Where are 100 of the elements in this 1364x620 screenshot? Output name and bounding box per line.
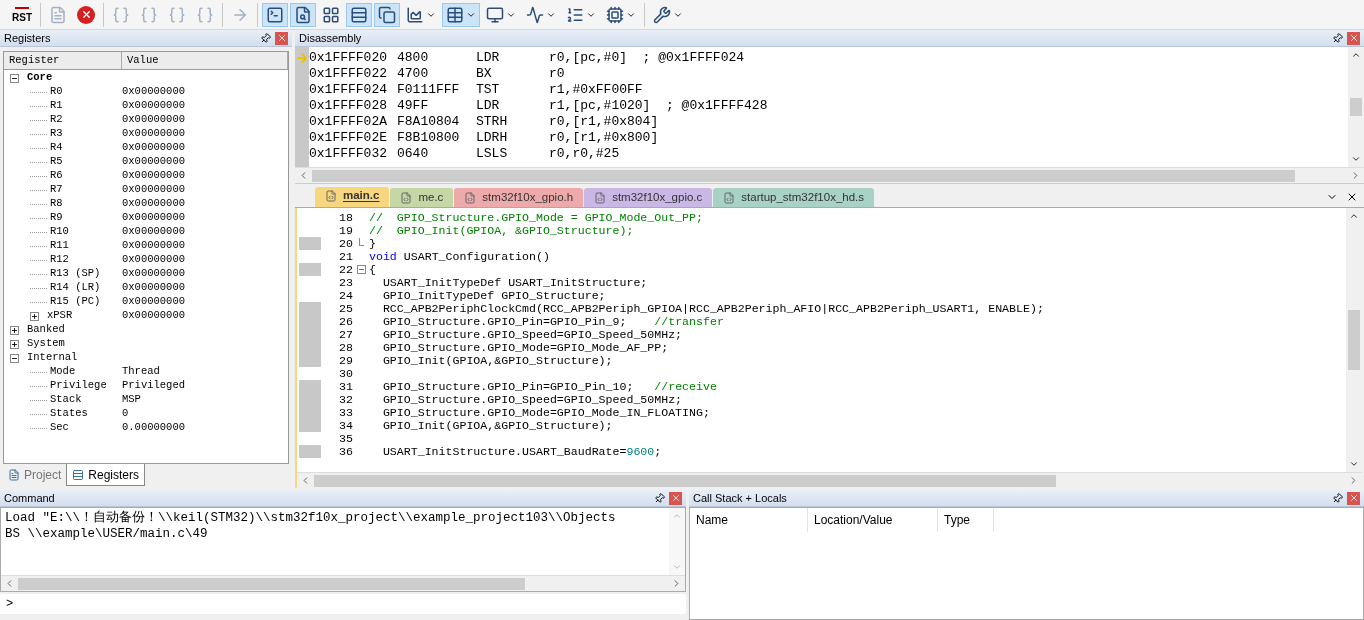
column-header[interactable]: Type bbox=[938, 508, 994, 532]
register-name: R15 (PC) bbox=[50, 294, 101, 310]
column-header[interactable]: Location/Value bbox=[808, 508, 938, 532]
close-icon[interactable] bbox=[1346, 191, 1358, 203]
plus-icon bbox=[11, 326, 18, 334]
toolbar-button[interactable]: RST bbox=[8, 2, 36, 27]
column-header[interactable]: Value bbox=[122, 52, 288, 69]
code-line: GPIO_Init(GPIOA,&GPIO_Structure); bbox=[381, 419, 613, 432]
register-value: 0x00000000 bbox=[122, 140, 185, 156]
register-value: 0x00000000 bbox=[122, 210, 185, 226]
line-number: 33 bbox=[338, 406, 353, 419]
instruction-address: 0x1FFFF022 bbox=[309, 66, 388, 82]
register-name: R2 bbox=[50, 112, 63, 128]
instruction-operands: r0 bbox=[549, 66, 565, 82]
expand-toggle[interactable] bbox=[30, 311, 39, 321]
instruction-operands: r0,r0,#25 bbox=[549, 146, 620, 162]
instruction-address: 0x1FFFF02A bbox=[309, 114, 388, 130]
command-input[interactable]: > bbox=[0, 594, 686, 614]
column-header[interactable]: Name bbox=[690, 508, 808, 532]
file-icon bbox=[594, 191, 607, 204]
register-name: Internal bbox=[27, 350, 78, 366]
plus-icon bbox=[31, 312, 38, 320]
register-name: Privilege bbox=[50, 378, 107, 394]
register-name: Banked bbox=[27, 322, 65, 338]
register-value: 0x00000000 bbox=[122, 126, 185, 142]
collapse-toggle[interactable] bbox=[10, 73, 19, 83]
scrollbar-thumb[interactable] bbox=[18, 577, 525, 590]
vertical-scrollbar[interactable] bbox=[1346, 208, 1362, 472]
scrollbar-thumb[interactable] bbox=[312, 169, 1296, 182]
rows-icon bbox=[350, 5, 368, 24]
scroll-down-icon[interactable] bbox=[1349, 459, 1359, 469]
plus-icon bbox=[11, 340, 18, 348]
panel-title: Call Stack + Locals bbox=[693, 490, 787, 506]
instruction-mnemonic: STRH bbox=[476, 114, 509, 130]
fold-toggle[interactable] bbox=[356, 265, 366, 274]
column-header[interactable]: Register bbox=[4, 52, 122, 69]
code-line: GPIO_Structure.GPIO_Mode=GPIO_Mode_AF_PP; bbox=[381, 341, 669, 354]
toolbar-button[interactable] bbox=[442, 2, 480, 27]
code-line: GPIO_Structure.GPIO_Speed=GPIO_Speed_50MHz; bbox=[381, 393, 683, 406]
instruction-address: 0x1FFFF020 bbox=[309, 50, 388, 66]
collapse-toggle[interactable] bbox=[10, 353, 19, 363]
scrollbar-thumb[interactable] bbox=[1348, 310, 1360, 370]
instruction-mnemonic: TST bbox=[476, 82, 501, 98]
toolbar-button[interactable] bbox=[346, 2, 372, 27]
stop-icon bbox=[77, 5, 95, 24]
scroll-up-icon[interactable] bbox=[1349, 211, 1359, 221]
panel-tab[interactable]: Project bbox=[3, 464, 67, 486]
toolbar-button[interactable] bbox=[290, 2, 316, 27]
chart-icon bbox=[406, 5, 424, 24]
line-number: 36 bbox=[338, 445, 353, 458]
editor-tab[interactable]: me.c bbox=[390, 188, 454, 207]
register-name: R13 (SP) bbox=[50, 266, 101, 282]
register-value: 0x00000000 bbox=[122, 98, 185, 114]
editor-tab[interactable]: main.c bbox=[315, 187, 390, 207]
code-line: GPIO_Init(GPIOA,&GPIO_Structure); bbox=[381, 354, 613, 367]
register-value: 0 bbox=[122, 406, 129, 422]
register-value: 0.00000000 bbox=[122, 420, 185, 436]
editor-tab[interactable]: stm32f10x_gpio.c bbox=[584, 188, 713, 207]
register-name: R5 bbox=[50, 154, 63, 170]
expand-toggle[interactable] bbox=[10, 339, 19, 349]
instruction-opcode: 49FF bbox=[397, 98, 430, 114]
instruction-opcode: 4800 bbox=[397, 50, 430, 66]
register-name: R11 bbox=[50, 238, 69, 254]
file-icon bbox=[723, 191, 736, 204]
scrollbar-thumb[interactable] bbox=[314, 474, 1057, 487]
waveform-icon bbox=[526, 5, 544, 24]
scroll-down-icon[interactable] bbox=[1351, 154, 1361, 164]
instruction-opcode: 0640 bbox=[397, 146, 430, 162]
instruction-operands: r0,[r1,#0x804] bbox=[549, 114, 659, 130]
horizontal-scrollbar[interactable] bbox=[297, 472, 1362, 488]
horizontal-scrollbar[interactable] bbox=[1, 575, 685, 591]
file-icon bbox=[325, 190, 337, 202]
scroll-up-icon[interactable] bbox=[1351, 50, 1361, 60]
project-icon bbox=[8, 469, 20, 481]
toolbar-button[interactable] bbox=[262, 2, 288, 27]
instruction-opcode: 4700 bbox=[397, 66, 430, 82]
window-grid-icon bbox=[322, 5, 340, 24]
register-name: R9 bbox=[50, 210, 63, 226]
register-name: System bbox=[27, 336, 65, 352]
expand-toggle[interactable] bbox=[10, 325, 19, 335]
editor-tab[interactable]: stm32f10x_gpio.h bbox=[454, 188, 584, 207]
line-number: 27 bbox=[338, 328, 353, 341]
instruction-opcode: F0111FFF bbox=[397, 82, 461, 98]
braces-icon bbox=[196, 5, 214, 24]
registers-icon bbox=[72, 468, 85, 481]
braces-icon bbox=[140, 5, 158, 24]
close-icon bbox=[670, 493, 681, 503]
toolbar-button[interactable] bbox=[374, 2, 400, 27]
horizontal-scrollbar[interactable] bbox=[295, 167, 1364, 183]
register-value: Thread bbox=[122, 364, 160, 380]
vertical-scrollbar[interactable] bbox=[1348, 47, 1364, 167]
instruction-mnemonic: LDR bbox=[476, 50, 501, 66]
output-line: Load "E:\\！自动备份！\\keil(STM32)\\stm32f10x_project\\example_project103\\Objects bbox=[5, 510, 617, 526]
editor-tab[interactable]: startup_stm32f10x_hd.s bbox=[713, 188, 875, 207]
instruction-opcode: F8B10800 bbox=[397, 130, 461, 146]
panel-tab[interactable]: Registers bbox=[66, 464, 146, 486]
scrollbar-thumb[interactable] bbox=[1350, 98, 1362, 116]
line-number: 26 bbox=[338, 315, 353, 328]
windows-icon bbox=[378, 5, 396, 24]
output-line: BS \\example\USER/main.c\49 bbox=[5, 526, 209, 542]
